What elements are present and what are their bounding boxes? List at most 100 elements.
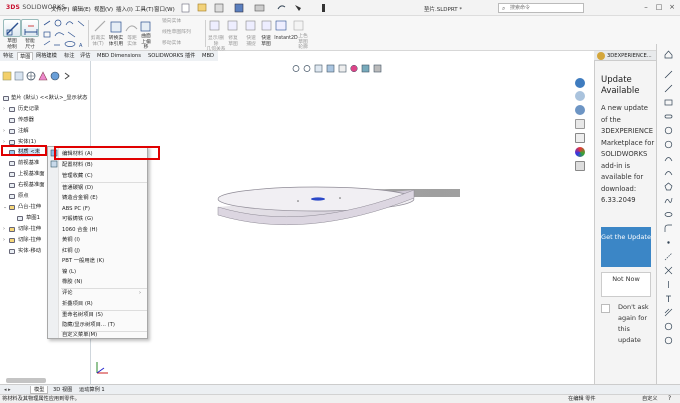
expand-arrow-icon[interactable]: › [3,127,5,136]
menu-item-malleable-iron[interactable]: 可锻铸铁 (G) [62,214,147,224]
shaded-sketch-label[interactable]: 上色 草图 轮廓 [296,34,310,51]
menu-item-collapse-items[interactable]: 折叠项目 (R) [62,299,147,309]
menu-item-rename-tree-item[interactable]: 重命名树项目 (S) [62,310,147,320]
ellipse-icon[interactable] [664,210,673,219]
menu-insert[interactable]: 插入(I) [116,5,133,13]
custom-properties-icon[interactable] [575,161,585,171]
tab-evaluate[interactable]: 评估 [78,52,92,60]
tab-motion-study[interactable]: 运动算例 1 [76,386,108,394]
tree-root[interactable]: 垫片 (默认) <<默认>_显示状态 [0,94,91,103]
menu-file[interactable]: 文件(F) [51,5,69,13]
repair-sketch-label[interactable]: 修复 草图 [227,36,239,47]
trim-icon[interactable] [664,266,673,275]
line-icon[interactable] [664,84,673,93]
linear-pattern-label[interactable]: 线性草图阵列 [162,30,191,36]
not-now-button[interactable]: Not Now [601,272,651,297]
circle-icon[interactable] [664,140,673,149]
expand-arrow-icon[interactable]: › [3,225,5,234]
tab-mbd[interactable]: MBD [200,52,216,60]
menu-item-abs-pc[interactable]: ABS PC (F) [62,204,147,214]
move-entities-label[interactable]: 移动实体 [162,41,181,47]
quick-access-toolbar[interactable] [180,3,330,13]
tree-item-history[interactable]: › 历史记录 [0,105,91,114]
property-manager-icon[interactable] [14,71,24,81]
configuration-icon[interactable] [26,71,36,81]
menu-edit[interactable]: 编辑(E) [72,5,91,13]
menu-item-manage-favorites[interactable]: 管理收藏 (C) [62,171,147,181]
view-palette-icon[interactable] [575,133,585,143]
fillet-icon[interactable] [664,224,673,233]
convert-entities-label[interactable]: 转换实 体引用 [107,36,125,47]
expand-arrow-icon[interactable]: › [3,105,5,114]
menu-item-configure-material[interactable]: 配置材料 (B) [62,160,147,170]
graphics-area[interactable] [92,61,585,384]
tree-item-annotations[interactable]: › 注解 [0,127,91,136]
trim-entities-label[interactable]: 剪裁实 体(T) [90,36,106,47]
rapid-sketch-label[interactable]: 快速 草图 [260,36,272,47]
horizontal-scrollbar[interactable] [6,378,46,383]
tab-sketch[interactable]: 草图 [17,52,34,60]
washer-part[interactable] [210,173,470,243]
mirror-icon[interactable] [664,280,673,289]
more-tabs-icon[interactable] [62,71,72,81]
quick-snaps-label[interactable]: 快速 捕捉 [245,36,257,47]
tab-features[interactable]: 特征 [1,52,15,60]
design-library-icon[interactable] [575,105,585,115]
arc-icon[interactable] [664,154,673,163]
sketch-button[interactable] [3,19,21,37]
offset-icon[interactable] [664,308,673,317]
get-update-button[interactable]: Get the Update [601,227,651,267]
tab-model[interactable]: 模型 [30,386,49,394]
line-icon[interactable] [664,70,673,79]
help-icon[interactable]: ? [668,395,671,403]
tree-item-sensors[interactable]: 传感器 [0,116,91,125]
view-orientation-icon[interactable] [575,78,585,88]
tab-markup[interactable]: 标注 [62,52,76,60]
mirror-entities-label[interactable]: 镜向实体 [162,19,181,25]
tab-scroll-arrows-icon[interactable]: ◂ ▸ [4,387,11,393]
heads-up-view-toolbar[interactable] [292,64,382,73]
sketch-tools-group[interactable]: A [42,19,87,49]
menu-view[interactable]: 视图(V) [94,5,113,13]
view-selector-icon[interactable] [575,91,585,101]
menu-item-customize-menu[interactable]: 自定义菜单(M) [62,330,147,340]
offset-entities-label[interactable]: 等距 实体 [125,36,139,47]
home-icon[interactable] [664,50,673,59]
arc-icon[interactable] [664,168,673,177]
search-box[interactable]: ⌕ [498,3,584,13]
menu-item-rubber[interactable]: 橡胶 (N) [62,277,147,287]
status-units[interactable]: 自定义 [642,395,658,403]
tab-solidworks-addins[interactable]: SOLIDWORKS 插件 [146,52,197,60]
point-icon[interactable] [664,238,673,247]
menu-tools[interactable]: 工具(T) [135,5,154,13]
centerline-icon[interactable] [664,252,673,261]
menu-window[interactable]: 窗口(W) [154,5,175,13]
menu-item-hide-show-tree-items[interactable]: 隐藏/显示树项目... (T) [62,320,147,330]
menu-item-plain-carbon-steel[interactable]: 普通碳钢 (D) [62,183,147,193]
dimxpert-icon[interactable] [38,71,48,81]
menu-item-pbt[interactable]: PBT 一般用途 (K) [62,256,147,266]
dont-ask-checkbox[interactable] [601,304,610,313]
menu-item-cast-alloy-steel[interactable]: 铸造合金钢 (E) [62,193,147,203]
polygon-icon[interactable] [664,182,673,191]
feature-tree-icon[interactable] [2,71,12,81]
expand-arrow-icon[interactable]: › [3,236,5,245]
circle-icon[interactable] [664,336,673,345]
circle-icon[interactable] [664,126,673,135]
collapse-arrow-icon[interactable]: › [0,207,9,209]
search-input[interactable] [510,4,582,12]
menu-item-copper[interactable]: 红铜 (J) [62,246,147,256]
tab-mbd-dimensions[interactable]: MBD Dimensions [95,52,143,60]
file-explorer-icon[interactable] [575,119,585,129]
close-icon[interactable]: × [666,2,678,13]
circle-icon[interactable] [664,322,673,331]
rectangle-icon[interactable] [664,98,673,107]
display-manager-icon[interactable] [50,71,60,81]
appearances-icon[interactable] [575,147,585,157]
menu-item-brass[interactable]: 黄铜 (I) [62,235,147,245]
menu-item-comments[interactable]: 评论 › [62,288,147,298]
smart-dimension-button[interactable] [21,19,39,37]
minimize-icon[interactable]: – [640,2,652,13]
spline-icon[interactable] [664,196,673,205]
maximize-icon[interactable]: □ [653,2,665,13]
